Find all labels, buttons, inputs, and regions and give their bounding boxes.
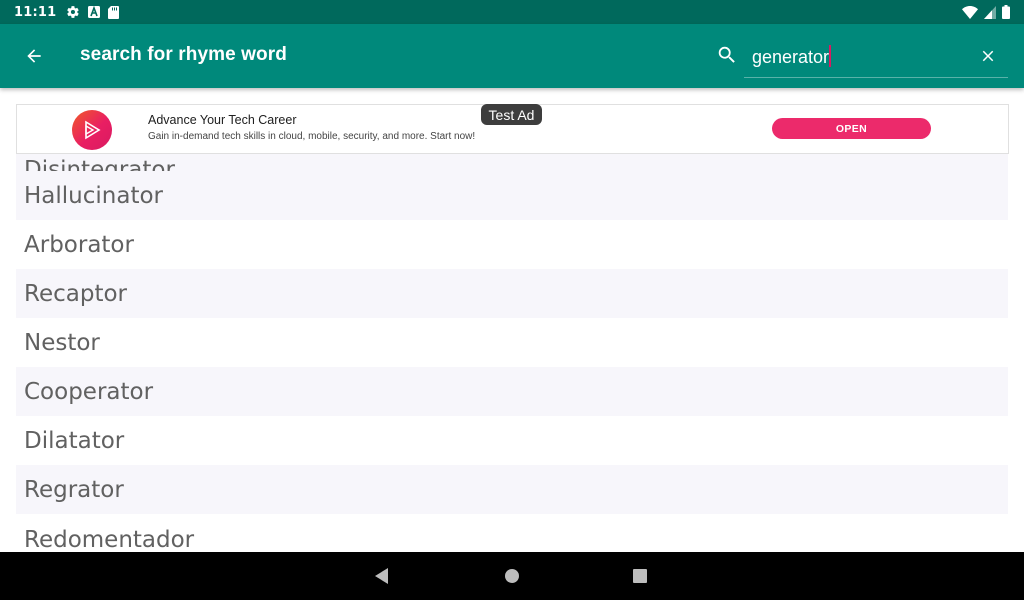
list-item[interactable]: Dilatator bbox=[16, 416, 1008, 465]
ad-description: Gain in-demand tech skills in cloud, mob… bbox=[148, 131, 476, 142]
recents-square-icon bbox=[633, 569, 647, 583]
app-bar: search for rhyme word generator bbox=[0, 24, 1024, 88]
sd-card-icon bbox=[108, 5, 120, 19]
nav-recents-button[interactable] bbox=[633, 569, 647, 588]
battery-icon bbox=[1002, 5, 1010, 19]
list-item[interactable]: Recaptor bbox=[16, 269, 1008, 318]
rhyme-results-list: Disintegrator Hallucinator Arborator Rec… bbox=[16, 127, 1008, 552]
nav-home-button[interactable] bbox=[505, 569, 519, 588]
home-circle-icon bbox=[505, 569, 519, 583]
page-title: search for rhyme word bbox=[80, 44, 287, 65]
list-item[interactable]: Regrator bbox=[16, 465, 1008, 514]
clear-search-button[interactable] bbox=[972, 40, 1004, 72]
ad-title: Advance Your Tech Career bbox=[148, 113, 297, 127]
screen: 11:11 search for rhyme word generator Di… bbox=[0, 0, 1024, 600]
wifi-icon bbox=[962, 5, 978, 19]
ad-open-button[interactable]: OPEN bbox=[772, 118, 931, 139]
status-bar: 11:11 bbox=[0, 0, 1024, 24]
navigation-bar bbox=[0, 552, 1024, 600]
search-input[interactable]: generator bbox=[744, 37, 1008, 78]
list-item[interactable]: Cooperator bbox=[16, 367, 1008, 416]
text-cursor bbox=[829, 45, 832, 67]
a-badge-icon bbox=[88, 6, 101, 18]
test-ad-badge: Test Ad bbox=[481, 104, 542, 125]
status-time: 11:11 bbox=[14, 4, 57, 20]
nav-back-button[interactable] bbox=[375, 568, 389, 589]
list-item[interactable]: Redomentador bbox=[16, 514, 1008, 552]
search-input-value: generator bbox=[752, 47, 830, 67]
settings-icon bbox=[66, 5, 80, 19]
arrow-back-icon bbox=[27, 49, 41, 63]
list-item[interactable]: Arborator bbox=[16, 220, 1008, 269]
back-triangle-icon bbox=[375, 568, 388, 584]
signal-icon bbox=[984, 5, 996, 19]
search-icon[interactable] bbox=[716, 44, 740, 68]
ad-logo-icon bbox=[72, 110, 112, 150]
results-content: Disintegrator Hallucinator Arborator Rec… bbox=[0, 88, 1024, 552]
back-button[interactable] bbox=[14, 36, 54, 76]
list-item[interactable]: Nestor bbox=[16, 318, 1008, 367]
status-icons-left bbox=[66, 5, 120, 19]
close-icon bbox=[982, 50, 994, 62]
list-item[interactable]: Hallucinator bbox=[16, 171, 1008, 220]
status-icons-right bbox=[962, 0, 1010, 24]
